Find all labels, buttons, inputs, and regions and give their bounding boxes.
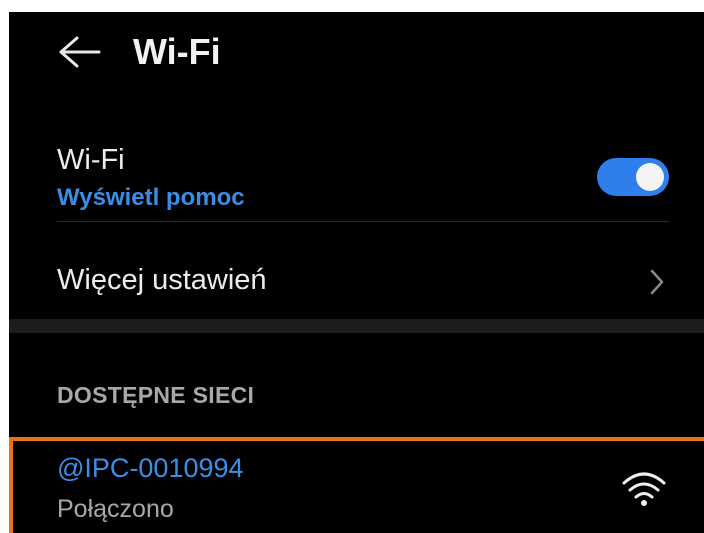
more-settings-label: Więcej ustawień — [57, 264, 267, 296]
wifi-signal-icon — [622, 472, 666, 506]
wifi-settings-screen: Wi-Fi Wi-Fi Wyświetl pomoc Więcej ustawi… — [9, 12, 704, 533]
page-title: Wi-Fi — [133, 31, 221, 72]
help-link[interactable]: Wyświetl pomoc — [57, 184, 245, 212]
more-settings-row[interactable]: Więcej ustawień — [9, 224, 704, 320]
section-separator — [9, 319, 704, 333]
network-name: @IPC-0010994 — [57, 453, 244, 483]
available-networks-header: DOSTĘPNE SIECI — [57, 382, 255, 408]
toggle-knob — [636, 163, 664, 191]
back-arrow-icon[interactable] — [57, 34, 101, 70]
network-status: Połączono — [57, 495, 174, 523]
wifi-toggle-label: Wi-Fi — [57, 144, 125, 176]
wifi-toggle-switch[interactable] — [597, 158, 669, 196]
chevron-right-icon — [650, 269, 664, 295]
wifi-toggle-row[interactable]: Wi-Fi Wyświetl pomoc — [9, 124, 704, 234]
divider — [57, 221, 669, 222]
network-list-item[interactable]: @IPC-0010994 Połączono — [9, 437, 704, 533]
app-header: Wi-Fi — [9, 12, 704, 94]
